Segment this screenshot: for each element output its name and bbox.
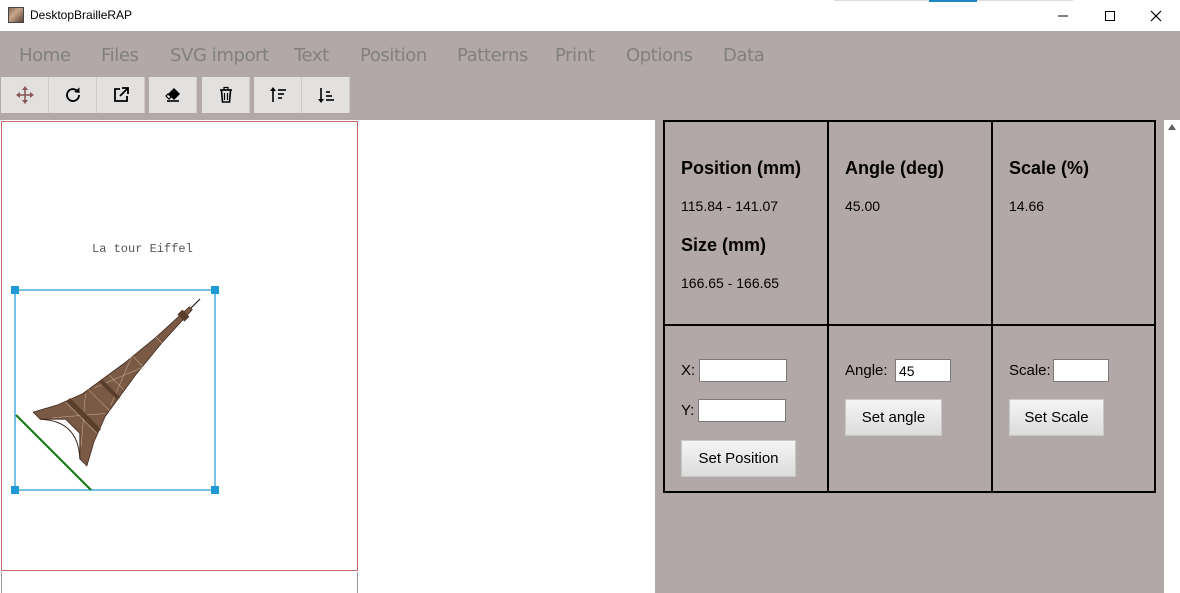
position-info-cell: Position (mm) 115.84 - 141.07 Size (mm) … [665, 122, 829, 326]
maximize-icon [1105, 10, 1115, 21]
menu-print[interactable]: Print [555, 45, 595, 66]
scroll-up-icon[interactable] [1168, 124, 1176, 130]
menu-text[interactable]: Text [294, 45, 329, 66]
position-heading: Position (mm) [681, 158, 801, 178]
move-button[interactable] [1, 77, 49, 113]
close-button[interactable] [1133, 0, 1179, 31]
scale-input[interactable] [1053, 359, 1109, 382]
menu-position[interactable]: Position [360, 45, 427, 66]
trash-icon [219, 86, 232, 103]
app-icon [8, 7, 24, 23]
angle-info-cell: Angle (deg) 45.00 [829, 122, 993, 326]
maximize-button[interactable] [1087, 0, 1133, 31]
scale-controls-cell: Scale: Set Scale [993, 326, 1154, 491]
erase-button[interactable] [149, 77, 197, 113]
scale-label: Scale: [1009, 362, 1051, 379]
menu-options[interactable]: Options [626, 45, 693, 66]
angle-input[interactable] [895, 359, 951, 382]
minimize-button[interactable] [1040, 0, 1086, 31]
angle-heading: Angle (deg) [845, 158, 944, 178]
size-heading: Size (mm) [681, 235, 767, 255]
title-bar: DesktopBrailleRAP [0, 0, 1180, 31]
properties-panel: Position (mm) 115.84 - 141.07 Size (mm) … [655, 120, 1164, 593]
drawing-canvas[interactable]: La tour Eiffel [0, 120, 655, 593]
scale-value: 14.66 [1009, 198, 1045, 214]
window-title: DesktopBrailleRAP [30, 8, 133, 22]
braille-page: La tour Eiffel [1, 121, 358, 571]
external-link-icon [113, 87, 129, 102]
title-accent [929, 0, 977, 2]
size-value: 166.65 - 166.65 [681, 275, 780, 291]
menu-files[interactable]: Files [101, 45, 139, 66]
delete-button[interactable] [202, 77, 250, 113]
rotate-button[interactable] [49, 77, 97, 113]
eraser-icon [164, 88, 180, 102]
title-divider [834, 0, 929, 1]
set-position-button[interactable]: Set Position [681, 440, 796, 477]
minimize-icon [1058, 15, 1068, 16]
angle-controls-cell: Angle: Set angle [829, 326, 993, 491]
position-controls-cell: X: Y: Set Position [665, 326, 829, 491]
menu-data[interactable]: Data [723, 45, 765, 66]
properties-grid: Position (mm) 115.84 - 141.07 Size (mm) … [663, 120, 1156, 493]
set-angle-button[interactable]: Set angle [845, 399, 942, 436]
y-input[interactable] [698, 399, 786, 422]
angle-label: Angle: [845, 362, 888, 379]
vertical-scrollbar[interactable] [1164, 120, 1180, 593]
x-label: X: [681, 362, 696, 379]
rotate-icon [65, 87, 80, 102]
angle-value: 45.00 [845, 198, 881, 214]
sort-descending-icon [317, 88, 334, 103]
sort-up-button[interactable] [254, 77, 302, 113]
move-icon [15, 86, 34, 104]
menu-home[interactable]: Home [19, 45, 71, 66]
set-scale-button[interactable]: Set Scale [1009, 399, 1104, 436]
close-icon [1150, 10, 1162, 21]
y-label: Y: [681, 402, 695, 419]
scale-heading: Scale (%) [1009, 158, 1090, 178]
x-input[interactable] [699, 359, 787, 382]
menu-patterns[interactable]: Patterns [457, 45, 528, 66]
scale-info-cell: Scale (%) 14.66 [993, 122, 1154, 326]
toolbar [0, 75, 1180, 120]
position-value: 115.84 - 141.07 [681, 198, 779, 214]
sort-ascending-icon [269, 87, 286, 102]
selected-image[interactable] [2, 122, 359, 572]
next-page-edge [1, 572, 358, 593]
menu-svg-import[interactable]: SVG import [170, 45, 269, 66]
menu-bar: Home Files SVG import Text Position Patt… [0, 31, 1180, 75]
export-button[interactable] [97, 77, 145, 113]
sort-down-button[interactable] [302, 77, 350, 113]
